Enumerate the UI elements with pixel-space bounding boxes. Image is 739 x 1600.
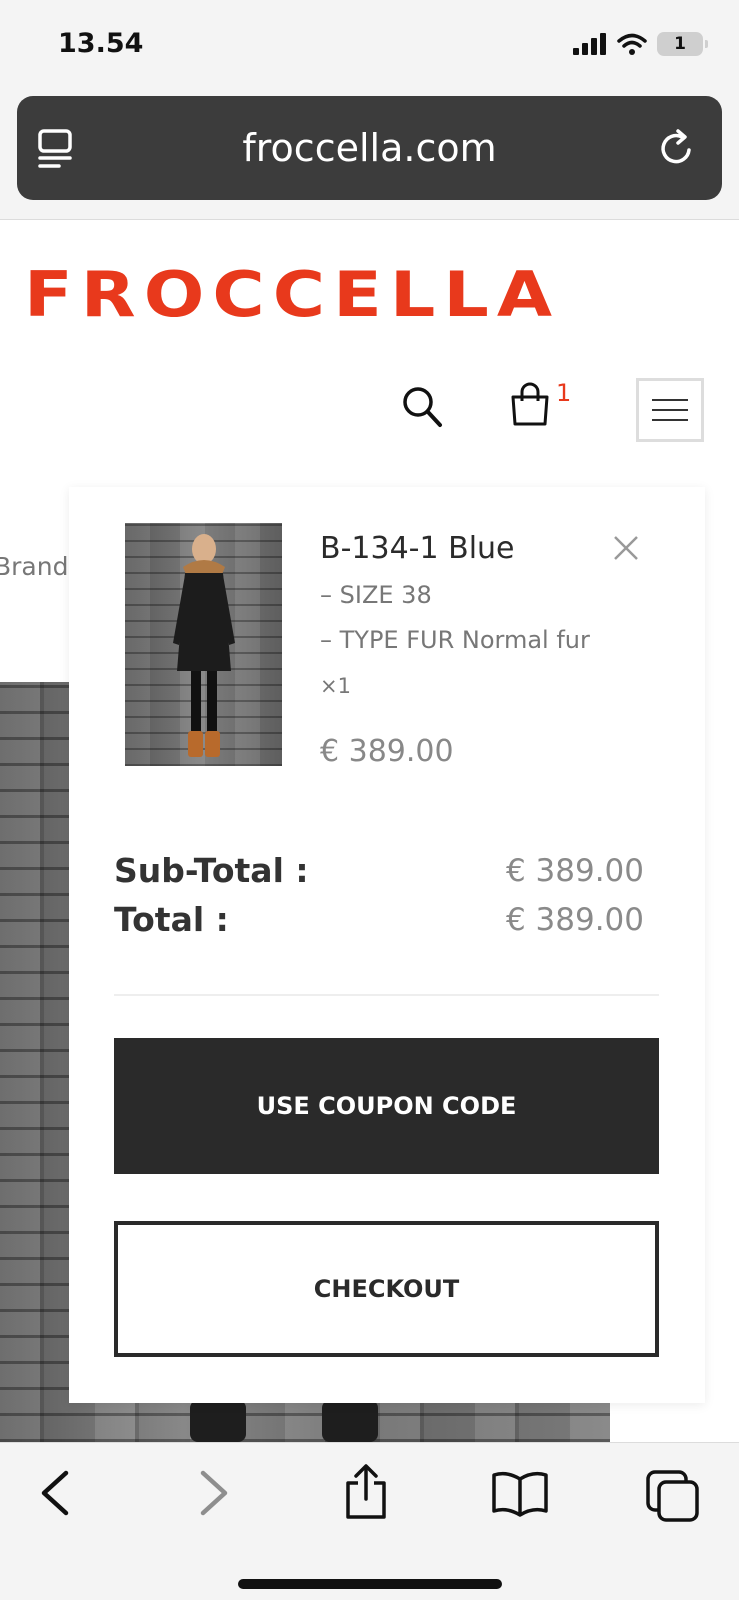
- battery-indicator: 1: [657, 32, 708, 56]
- status-icons: 1: [573, 32, 708, 56]
- url-bar[interactable]: froccella.com: [17, 96, 722, 200]
- total-label: Total :: [114, 900, 229, 939]
- mini-cart-dropdown: B-134-1 Blue – SIZE 38 – TYPE FUR Normal…: [69, 487, 705, 1403]
- background-model-leg: [322, 1400, 378, 1442]
- search-icon[interactable]: [402, 386, 444, 430]
- use-coupon-button[interactable]: USE COUPON CODE: [114, 1038, 659, 1174]
- total-value: € 389.00: [505, 902, 644, 938]
- product-thumbnail[interactable]: [125, 523, 282, 766]
- product-model-image: [173, 534, 235, 757]
- wifi-icon: [617, 33, 647, 55]
- close-icon[interactable]: [613, 535, 639, 561]
- tabs-icon[interactable]: [645, 1469, 701, 1523]
- url-text[interactable]: froccella.com: [17, 126, 722, 170]
- cart-item-name[interactable]: B-134-1 Blue: [320, 531, 515, 566]
- bookmarks-icon[interactable]: [490, 1469, 550, 1517]
- site-logo[interactable]: FROCCELLA: [24, 258, 560, 331]
- cart-item-quantity: ×1: [320, 674, 351, 698]
- shopping-bag-icon[interactable]: [508, 382, 552, 426]
- status-time: 13.54: [58, 28, 144, 59]
- hamburger-menu-button[interactable]: [636, 378, 704, 442]
- hamburger-menu-icon: [652, 399, 688, 421]
- share-icon[interactable]: [342, 1463, 390, 1521]
- cellular-signal-icon: [573, 33, 606, 55]
- cart-item-size: – SIZE 38: [320, 581, 432, 609]
- checkout-button[interactable]: CHECKOUT: [114, 1221, 659, 1357]
- browser-bottom-toolbar: [0, 1442, 739, 1600]
- home-indicator: [238, 1579, 502, 1589]
- subtotal-label: Sub-Total :: [114, 851, 309, 890]
- cart-item-price: € 389.00: [320, 734, 454, 769]
- forward-arrow-icon[interactable]: [197, 1469, 231, 1517]
- site-header-actions: 1: [0, 378, 739, 444]
- browser-top-bar: froccella.com: [0, 94, 739, 220]
- back-arrow-icon[interactable]: [38, 1469, 72, 1517]
- cart-item-fur-type: – TYPE FUR Normal fur: [320, 626, 590, 654]
- cart-count-badge: 1: [556, 379, 572, 407]
- reload-icon[interactable]: [658, 128, 698, 170]
- background-brand-text: Brand: [0, 552, 69, 581]
- status-bar: 13.54 1: [0, 0, 739, 94]
- subtotal-value: € 389.00: [505, 853, 644, 889]
- background-model-leg: [190, 1400, 246, 1442]
- cart-divider: [114, 994, 659, 996]
